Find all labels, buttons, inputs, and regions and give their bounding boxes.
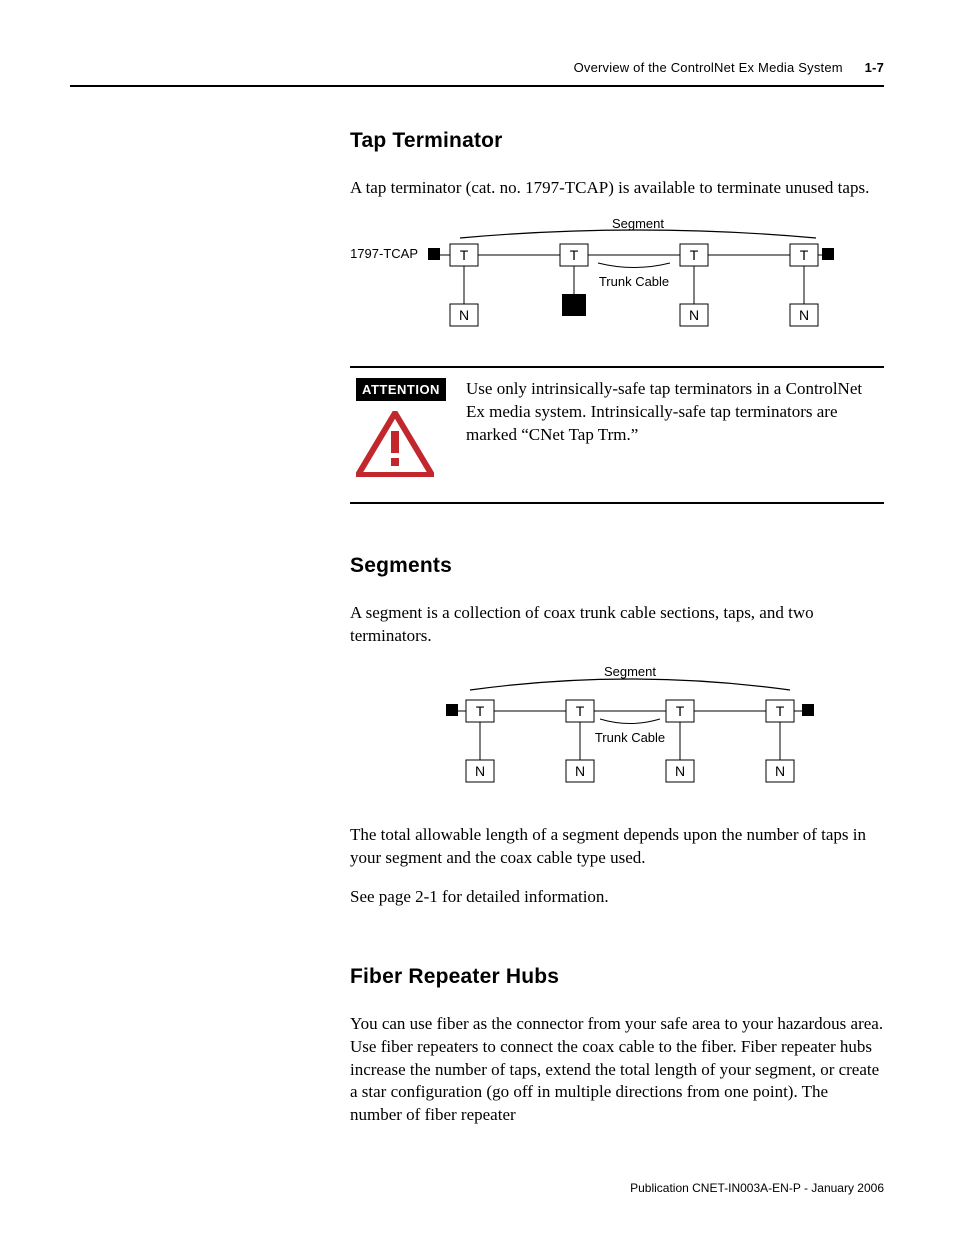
svg-text:N: N xyxy=(775,763,785,779)
header-rule xyxy=(70,85,884,87)
terminator-left-2 xyxy=(446,704,458,716)
fiber-para-1: You can use fiber as the connector from … xyxy=(350,1013,884,1128)
content-column: Tap Terminator A tap terminator (cat. no… xyxy=(350,129,884,1127)
svg-text:T: T xyxy=(676,703,685,719)
segment-label-2: Segment xyxy=(604,664,656,679)
svg-text:N: N xyxy=(575,763,585,779)
running-header: Overview of the ControlNet Ex Media Syst… xyxy=(70,60,884,85)
segments-para-1: A segment is a collection of coax trunk … xyxy=(350,602,884,648)
diagram-segments: Segment T T T T xyxy=(350,664,884,794)
segment-brace xyxy=(460,230,816,238)
node-label-3: N xyxy=(689,307,699,323)
attention-rule-bottom xyxy=(350,502,884,504)
svg-text:T: T xyxy=(476,703,485,719)
segment-brace-2 xyxy=(470,679,790,690)
attention-left: ATTENTION xyxy=(356,378,446,482)
page: Overview of the ControlNet Ex Media Syst… xyxy=(0,0,954,1235)
svg-text:N: N xyxy=(475,763,485,779)
node-label-1: N xyxy=(459,307,469,323)
unused-tap-terminator xyxy=(562,294,586,316)
heading-fiber-repeater-hubs: Fiber Repeater Hubs xyxy=(350,965,884,989)
heading-segments: Segments xyxy=(350,554,884,578)
attention-block: ATTENTION Use only intrinsically-safe ta… xyxy=(350,366,884,504)
svg-text:T: T xyxy=(576,703,585,719)
terminator-right-2 xyxy=(802,704,814,716)
trunk-label-2: Trunk Cable xyxy=(595,730,665,745)
diagram-tap-terminator: Segment 1797-TCAP T T T T xyxy=(350,216,884,336)
tap-label-2: T xyxy=(570,247,579,263)
attention-text: Use only intrinsically-safe tap terminat… xyxy=(466,378,878,447)
tap-terminator-para: A tap terminator (cat. no. 1797-TCAP) is… xyxy=(350,177,884,200)
segments-para-2: The total allowable length of a segment … xyxy=(350,824,884,870)
tcap-callout: 1797-TCAP xyxy=(350,246,418,261)
trunk-label: Trunk Cable xyxy=(599,274,669,289)
node-label-4: N xyxy=(799,307,809,323)
svg-text:T: T xyxy=(776,703,785,719)
segments-para-3: See page 2-1 for detailed information. xyxy=(350,886,884,909)
terminator-left xyxy=(428,248,440,260)
segment-label: Segment xyxy=(612,216,664,231)
tap-label-4: T xyxy=(800,247,809,263)
trunk-brace-2 xyxy=(600,719,660,724)
svg-text:N: N xyxy=(675,763,685,779)
tap-label-3: T xyxy=(690,247,699,263)
footer-publication: Publication CNET-IN003A-EN-P - January 2… xyxy=(630,1181,884,1195)
heading-tap-terminator: Tap Terminator xyxy=(350,129,884,153)
page-number: 1-7 xyxy=(865,60,884,75)
attention-badge: ATTENTION xyxy=(356,378,446,401)
running-title: Overview of the ControlNet Ex Media Syst… xyxy=(574,60,843,75)
terminator-right xyxy=(822,248,834,260)
tap-label-1: T xyxy=(460,247,469,263)
trunk-brace xyxy=(598,263,670,268)
warning-icon xyxy=(356,411,446,482)
